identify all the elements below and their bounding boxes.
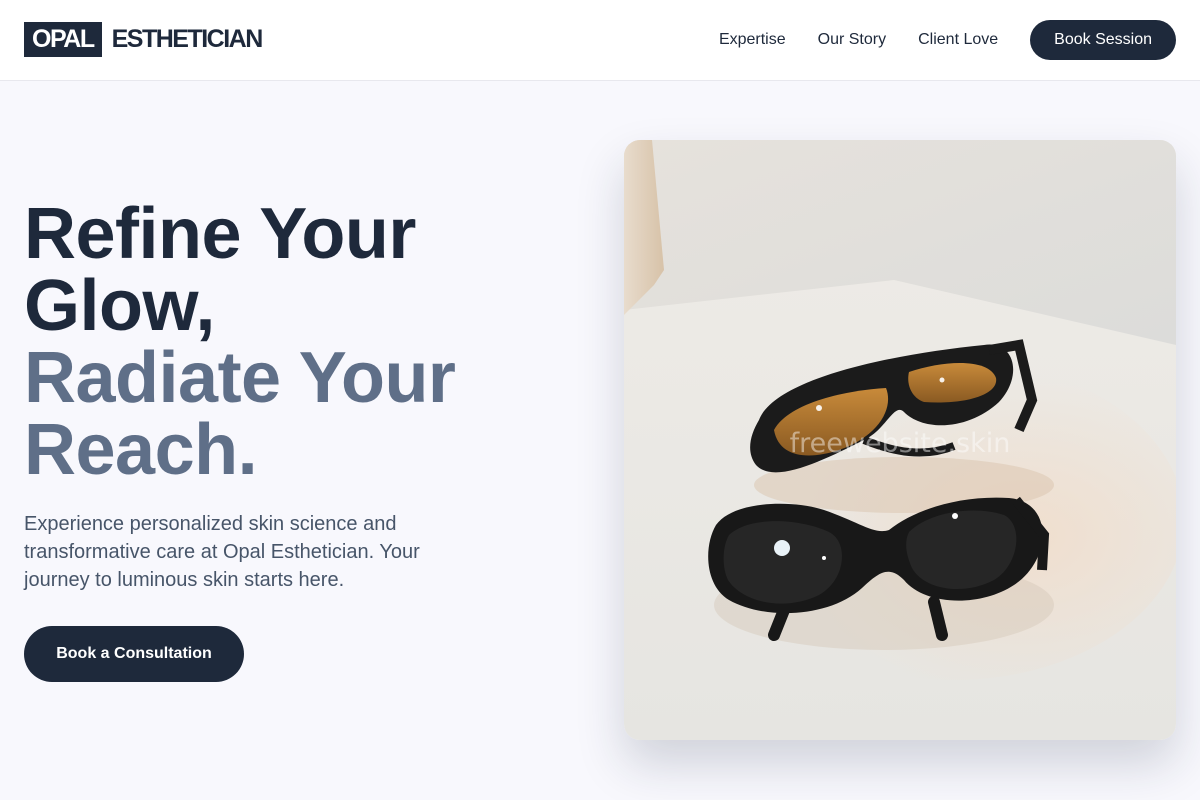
hero-title-line-4: Reach. xyxy=(24,410,258,490)
image-watermark: freewebsite.skin xyxy=(789,428,1011,459)
book-session-button[interactable]: Book Session xyxy=(1030,20,1176,60)
nav-link-client-love[interactable]: Client Love xyxy=(918,31,998,49)
hero-image: freewebsite.skin xyxy=(624,140,1176,740)
nav-link-our-story[interactable]: Our Story xyxy=(818,31,886,49)
logo[interactable]: OPAL ESTHETICIAN xyxy=(24,22,264,57)
book-consultation-button[interactable]: Book a Consultation xyxy=(24,626,244,682)
hero-title-line-3: Radiate Your xyxy=(24,338,456,418)
hero-subtitle: Experience personalized skin science and… xyxy=(24,513,420,591)
hero-title: Refine Your Glow, Radiate Your Reach. xyxy=(24,198,544,486)
logo-wordmark: ESTHETICIAN xyxy=(111,25,264,53)
nav-link-expertise[interactable]: Expertise xyxy=(719,31,786,49)
main-nav: Expertise Our Story Client Love Book Ses… xyxy=(719,20,1176,60)
hero-title-line-1: Refine Your xyxy=(24,194,416,274)
hero-title-line-2: Glow, xyxy=(24,266,215,346)
site-header: OPAL ESTHETICIAN Expertise Our Story Cli… xyxy=(0,0,1200,81)
logo-mark: OPAL xyxy=(24,22,102,57)
